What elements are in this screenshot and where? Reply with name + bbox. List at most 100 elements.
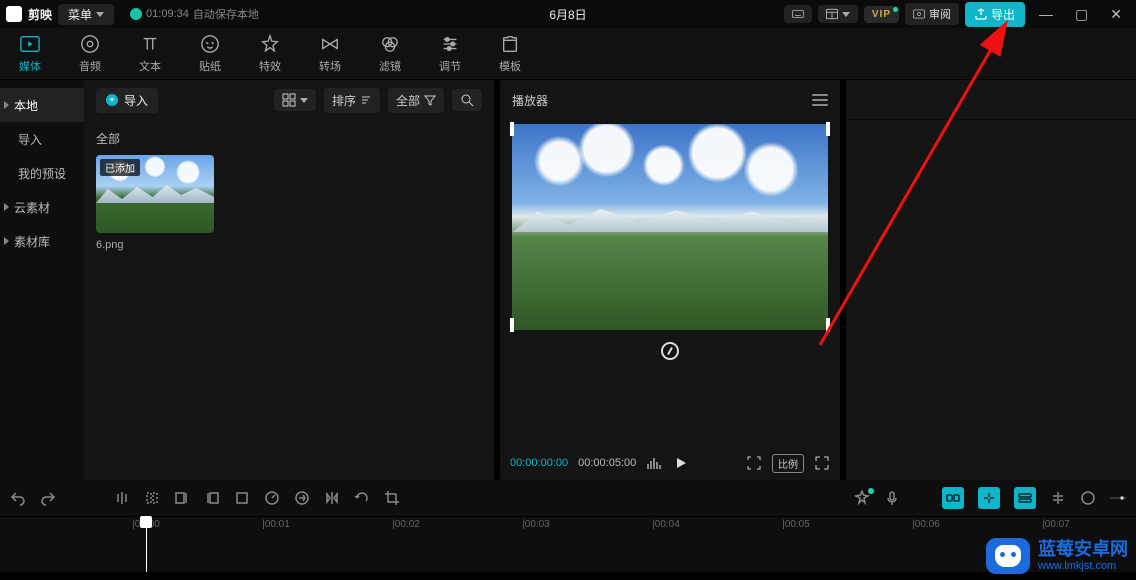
export-label: 导出 xyxy=(991,6,1015,23)
cut-right-button[interactable] xyxy=(204,490,220,506)
autosave-status: 01:09:34 自动保存本地 xyxy=(130,6,259,22)
tick-label: |00:04 xyxy=(652,519,680,530)
media-sidebar: 本地 导入 我的预设 云素材 素材库 xyxy=(0,80,84,480)
resize-handle-tr[interactable] xyxy=(826,122,830,136)
funnel-icon xyxy=(424,94,436,106)
tab-audio[interactable]: 音频 xyxy=(60,34,120,74)
sidebar-item-label: 本地 xyxy=(14,97,38,114)
sidebar-item-label: 素材库 xyxy=(14,233,50,250)
review-label: 审阅 xyxy=(929,6,951,22)
player-title: 播放器 xyxy=(512,92,548,109)
menu-dropdown[interactable]: 菜单 xyxy=(58,4,114,25)
player-canvas[interactable] xyxy=(512,124,828,330)
chevron-down-icon xyxy=(96,12,104,17)
project-title[interactable]: 6月8日 xyxy=(549,6,586,23)
link-tracks-button[interactable] xyxy=(1014,487,1036,509)
sidebar-item-library[interactable]: 素材库 xyxy=(0,224,84,258)
media-thumbnail[interactable]: 已添加 xyxy=(96,155,214,233)
track-magnet-button[interactable] xyxy=(942,487,964,509)
tab-label: 特效 xyxy=(259,58,281,74)
duration-time: 00:00:05:00 xyxy=(578,457,636,469)
tab-label: 调节 xyxy=(439,58,461,74)
tab-effect[interactable]: 特效 xyxy=(240,34,300,74)
edit-toolbar xyxy=(0,480,1136,516)
fullscreen-button[interactable] xyxy=(814,455,830,471)
ai-enhance-button[interactable] xyxy=(854,490,870,506)
preview-quality-button[interactable] xyxy=(1080,490,1096,506)
media-item[interactable]: 已添加 6.png xyxy=(96,155,214,251)
effect-icon xyxy=(260,34,280,54)
tab-text[interactable]: 文本 xyxy=(120,34,180,74)
tab-label: 音频 xyxy=(79,58,101,74)
maximize-button[interactable]: ▢ xyxy=(1067,6,1096,23)
speed-button[interactable] xyxy=(264,490,280,506)
tick-label: |00:05 xyxy=(782,519,810,530)
watermark-url: www.lmkjst.com xyxy=(1038,560,1128,572)
vip-badge[interactable]: VIP xyxy=(864,6,899,23)
view-mode-dropdown[interactable] xyxy=(274,89,316,111)
timeline[interactable]: |00:00 |00:01 |00:02 |00:03 |00:04 |00:0… xyxy=(0,516,1136,572)
sidebar-item-cloud[interactable]: 云素材 xyxy=(0,190,84,224)
import-label: 导入 xyxy=(124,92,148,109)
rotate-handle-icon[interactable] xyxy=(661,342,679,360)
tab-label: 文本 xyxy=(139,58,161,74)
player-menu-button[interactable] xyxy=(812,94,828,106)
export-button[interactable]: 导出 xyxy=(965,2,1025,27)
import-button[interactable]: + 导入 xyxy=(96,88,158,113)
crop-button[interactable] xyxy=(384,490,400,506)
sort-label: 排序 xyxy=(332,92,356,109)
layout-dropdown[interactable] xyxy=(818,5,858,23)
cut-left-button[interactable] xyxy=(174,490,190,506)
tab-adjust[interactable]: 调节 xyxy=(420,34,480,74)
resize-handle-br[interactable] xyxy=(826,318,830,332)
category-tabs: 媒体 音频 文本 贴纸 特效 转场 滤镜 调节 模板 xyxy=(0,28,1136,80)
close-button[interactable]: ✕ xyxy=(1102,6,1130,23)
sidebar-item-label: 我的预设 xyxy=(18,165,66,182)
reverse-button[interactable] xyxy=(294,490,310,506)
search-button[interactable] xyxy=(452,89,482,111)
undo-button[interactable] xyxy=(10,490,26,506)
mirror-button[interactable] xyxy=(324,490,340,506)
tab-template[interactable]: 模板 xyxy=(480,34,540,74)
sort-icon xyxy=(360,94,372,106)
workspace: 本地 导入 我的预设 云素材 素材库 + 导入 排序 全部 xyxy=(0,80,1136,480)
zoom-slider[interactable] xyxy=(1110,490,1126,506)
tab-filter[interactable]: 滤镜 xyxy=(360,34,420,74)
player-pane: 播放器 00:00:00:00 00:00:05:00 xyxy=(500,80,840,480)
play-button[interactable] xyxy=(674,456,688,470)
focus-frame-button[interactable] xyxy=(746,455,762,471)
timeline-ruler[interactable]: |00:00 |00:01 |00:02 |00:03 |00:04 |00:0… xyxy=(130,517,1136,537)
sidebar-item-presets[interactable]: 我的预设 xyxy=(0,156,84,190)
resize-handle-tl[interactable] xyxy=(510,122,514,136)
tab-label: 模板 xyxy=(499,58,521,74)
plus-icon: + xyxy=(106,94,118,106)
minimize-button[interactable]: — xyxy=(1031,6,1061,22)
tab-label: 贴纸 xyxy=(199,58,221,74)
text-icon xyxy=(140,34,160,54)
split-button[interactable] xyxy=(114,490,130,506)
sidebar-item-import[interactable]: 导入 xyxy=(0,122,84,156)
sort-dropdown[interactable]: 排序 xyxy=(324,88,380,113)
tick-label: |00:03 xyxy=(522,519,550,530)
vu-meter-icon xyxy=(646,456,664,470)
record-audio-button[interactable] xyxy=(884,490,900,506)
sidebar-item-local[interactable]: 本地 xyxy=(0,88,84,122)
sticker-icon xyxy=(200,34,220,54)
filter-dropdown[interactable]: 全部 xyxy=(388,88,444,113)
tab-media[interactable]: 媒体 xyxy=(0,34,60,74)
redo-button[interactable] xyxy=(40,490,56,506)
player-header: 播放器 xyxy=(500,80,840,120)
review-button[interactable]: 审阅 xyxy=(905,3,959,25)
delete-button[interactable] xyxy=(234,490,250,506)
select-mode-button[interactable] xyxy=(144,490,160,506)
resize-handle-bl[interactable] xyxy=(510,318,514,332)
keyboard-shortcut-button[interactable] xyxy=(784,5,812,23)
player-footer: 00:00:00:00 00:00:05:00 比例 xyxy=(500,446,840,480)
rotate-button[interactable] xyxy=(354,490,370,506)
aspect-ratio-button[interactable]: 比例 xyxy=(772,454,804,473)
auto-snap-button[interactable] xyxy=(978,487,1000,509)
tab-transition[interactable]: 转场 xyxy=(300,34,360,74)
tab-sticker[interactable]: 贴纸 xyxy=(180,34,240,74)
align-button[interactable] xyxy=(1050,490,1066,506)
playhead[interactable] xyxy=(146,517,147,572)
